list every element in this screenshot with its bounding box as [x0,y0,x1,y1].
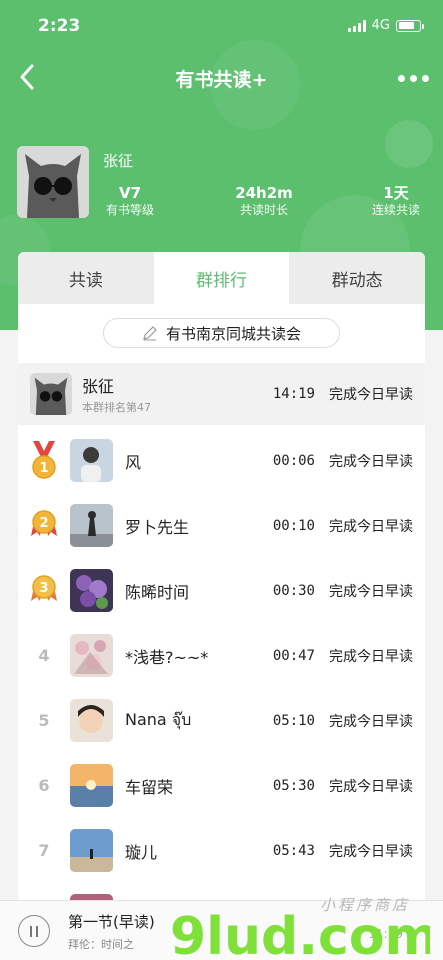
cat-avatar-icon [17,146,89,218]
stat-value: 24h2m [235,184,293,202]
member-name: Nana จุ๊บ [125,710,192,729]
svg-text:1: 1 [39,461,48,476]
battery-icon [396,19,424,32]
member-name: 陈晞时间 [125,582,190,602]
member-name: *浅巷?~~* [125,647,209,667]
member-name: 罗卜先生 [125,517,190,537]
ranking-card: 共读 群排行 群动态 有书南京同城共读会 张征 本群排名第47 14:19 完成… [18,252,425,960]
signal-icon [347,19,366,32]
member-name: 车留荣 [125,777,174,797]
rank-medal-silver-icon: 2 [24,493,64,558]
table-row[interactable]: 4 *浅巷?~~* 00:47 完成今日早读 [18,623,425,688]
network-label: 4G [371,18,390,33]
rank-number: 4 [38,646,50,665]
avatar [70,634,113,677]
table-row[interactable]: 6 车留荣 05:30 完成今日早读 [18,753,425,818]
stat-value: V7 [118,184,142,202]
read-status: 完成今日早读 [329,778,413,795]
profile-header: 张征 V7 有书等级 24h2m 共读时长 1天 连续共读 [17,146,427,226]
rank-number: 6 [38,776,50,795]
status-time: 2:23 [38,16,81,36]
rank-number: 5 [38,711,50,730]
stat-label: 连续共读 [371,203,420,217]
read-time: 00:10 [272,517,315,534]
more-dots-icon [398,74,405,82]
read-status: 完成今日早读 [329,387,413,403]
tab-coreading[interactable]: 共读 [18,252,154,304]
read-time: 05:10 [272,712,315,729]
read-time: 00:47 [272,647,315,664]
read-time: 00:06 [272,452,315,469]
avatar [70,829,113,872]
avatar [70,699,113,742]
more-button[interactable] [398,66,429,90]
read-status: 完成今日早读 [329,518,413,535]
member-name: 风 [125,452,142,472]
avatar [70,504,113,547]
stat-label: 共读时长 [239,203,288,217]
rank-medal-bronze-icon: 3 [24,558,64,623]
read-time: 05:43 [272,842,315,859]
read-status: 完成今日早读 [329,583,413,600]
svg-text:2: 2 [39,516,48,531]
table-row[interactable]: 7 璇儿 05:43 完成今日早读 [18,818,425,883]
nav-bar: 有书共读+ [0,56,443,100]
avatar[interactable] [17,146,89,218]
avatar [30,373,72,415]
tab-group-activity[interactable]: 群动态 [289,252,425,304]
pencil-icon [143,326,157,341]
tab-group-ranking[interactable]: 群排行 [153,252,290,304]
player-subtitle: 拜伦：时间之 [68,938,134,951]
stat-level: V7 有书等级 [101,184,159,218]
read-status: 完成今日早读 [329,713,413,730]
stat-duration: 24h2m 共读时长 [227,184,301,218]
mini-player[interactable]: 第一节(早读) 拜伦：时间之 11:19 [0,900,443,960]
table-row[interactable]: 2 罗卜先生 00:10 完成今日早读 [18,493,425,558]
svg-text:3: 3 [39,581,48,596]
avatar [70,764,113,807]
player-title: 第一节(早读) [68,913,155,931]
group-name: 有书南京同城共读会 [165,324,301,343]
avatar [70,439,113,482]
member-name: 璇儿 [125,842,158,862]
read-time: 05:30 [272,777,315,794]
rank-number: 7 [38,841,50,860]
stat-label: 有书等级 [105,203,154,217]
my-rank-row[interactable]: 张征 本群排名第47 14:19 完成今日早读 [18,363,425,425]
rank-medal-gold-icon: 1 [24,428,64,493]
read-status: 完成今日早读 [329,843,413,860]
status-bar: 2:23 4G [0,0,443,54]
read-time: 14:19 [272,386,315,402]
page-title: 有书共读+ [175,69,268,91]
read-time: 00:30 [272,582,315,599]
member-name: 张征 [82,377,115,396]
pause-icon [30,925,32,937]
profile-name: 张征 [103,152,134,170]
read-status: 完成今日早读 [329,648,413,665]
avatar [70,569,113,612]
tab-bar: 共读 群排行 群动态 [18,252,425,304]
stat-value: 1天 [383,184,409,202]
table-row[interactable]: 1 风 00:06 完成今日早读 [18,428,425,493]
table-row[interactable]: 5 Nana จุ๊บ 05:10 完成今日早读 [18,688,425,753]
group-name-button[interactable]: 有书南京同城共读会 [103,318,340,348]
pause-button[interactable] [18,915,50,947]
table-row[interactable]: 3 陈晞时间 00:30 完成今日早读 [18,558,425,623]
my-rank-text: 本群排名第47 [82,401,151,414]
read-status: 完成今日早读 [329,453,413,470]
stat-streak: 1天 连续共读 [365,184,427,218]
player-time: 11:19 [368,927,403,941]
